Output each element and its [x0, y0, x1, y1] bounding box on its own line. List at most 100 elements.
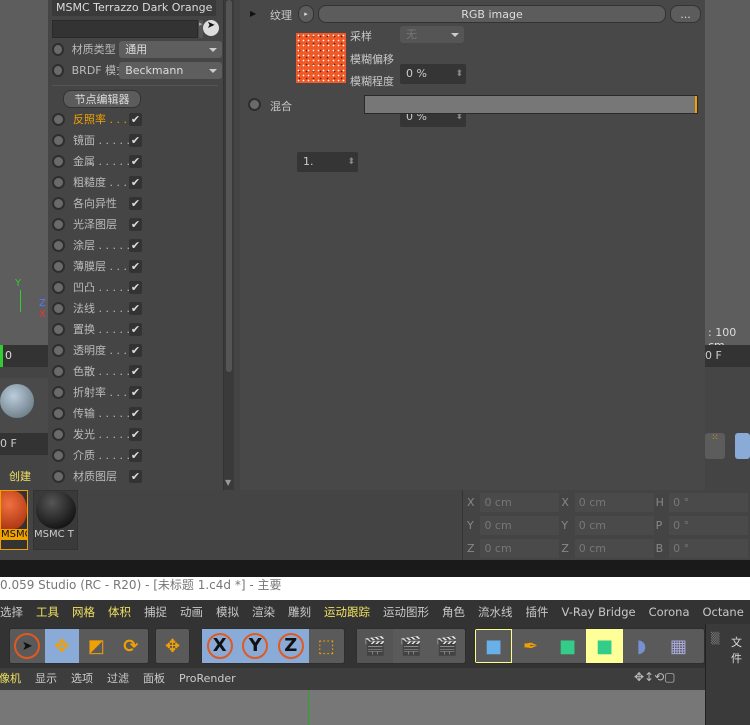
- channel-label[interactable]: 凹凸 . . . . .: [73, 279, 129, 295]
- coordinate-input[interactable]: 0 cm: [574, 538, 654, 558]
- anim-dot-icon[interactable]: [52, 154, 65, 168]
- frame-field-right[interactable]: 0 F: [705, 345, 750, 367]
- anim-dot-icon[interactable]: [52, 42, 64, 56]
- select-tool-icon[interactable]: ➤: [10, 629, 45, 663]
- channel-label[interactable]: 涂层 . . . . .: [73, 237, 129, 253]
- anim-dot-icon[interactable]: [52, 343, 65, 357]
- coordinate-input[interactable]: 0 cm: [574, 492, 654, 512]
- channel-item[interactable]: 涂层 . . . . . ✔: [52, 235, 222, 255]
- texture-more-button[interactable]: ...: [670, 5, 701, 23]
- y-axis-lock-icon[interactable]: Y: [237, 629, 273, 663]
- coordinate-input[interactable]: 0 cm: [574, 515, 654, 535]
- channel-item[interactable]: 凹凸 . . . . . ✔: [52, 277, 222, 297]
- anim-dot-icon[interactable]: [52, 280, 65, 294]
- viewport-menu-item[interactable]: 显示: [35, 672, 57, 685]
- anim-dot-icon[interactable]: [52, 175, 65, 189]
- timeline-frame[interactable]: 0: [0, 345, 48, 367]
- channel-item[interactable]: 光泽图层 ✔: [52, 214, 222, 234]
- material-swatch-1[interactable]: MSMC T: [0, 490, 28, 550]
- menu-item[interactable]: 雕刻: [288, 605, 311, 619]
- anim-dot-icon[interactable]: [52, 112, 65, 126]
- file-tab[interactable]: 文件: [731, 634, 750, 666]
- channel-checkbox[interactable]: ✔: [129, 301, 142, 315]
- render-settings-icon[interactable]: 🎬: [429, 629, 465, 663]
- menu-item[interactable]: 工具: [36, 605, 59, 619]
- brdf-dropdown[interactable]: Beckmann: [119, 61, 222, 79]
- floor-icon[interactable]: ▦: [660, 629, 697, 663]
- texture-shader-button[interactable]: RGB image: [318, 5, 666, 23]
- material-swatch-2[interactable]: MSMC T: [33, 490, 78, 550]
- channel-checkbox[interactable]: ✔: [129, 322, 142, 336]
- collapse-arrow-icon[interactable]: ▶: [250, 9, 256, 18]
- viewport-nav-icons[interactable]: ✥↕⟲▢: [634, 670, 676, 684]
- channel-item[interactable]: 薄膜层 . . . ✔: [52, 256, 222, 276]
- menu-item[interactable]: Corona: [649, 605, 690, 619]
- anim-dot-icon[interactable]: [52, 406, 65, 420]
- node-editor-button[interactable]: 节点编辑器: [63, 90, 141, 108]
- material-type-dropdown[interactable]: 通用: [119, 40, 222, 58]
- anim-dot-icon[interactable]: [52, 469, 65, 483]
- channel-label[interactable]: 金属 . . . . .: [73, 153, 129, 169]
- viewport-menu-item[interactable]: ProRender: [179, 672, 236, 685]
- channel-checkbox[interactable]: ✔: [129, 133, 142, 147]
- render-picture-viewer-icon[interactable]: 🎬: [393, 629, 429, 663]
- menu-item[interactable]: Octane: [703, 605, 744, 619]
- cube-icon[interactable]: ■: [475, 629, 512, 663]
- points-mode-icon[interactable]: ⁙: [705, 433, 725, 459]
- anim-dot-icon[interactable]: [52, 259, 65, 273]
- viewport-menu-item[interactable]: 摄像机: [0, 672, 21, 685]
- menu-item[interactable]: V-Ray Bridge: [562, 605, 636, 619]
- pick-cursor-icon[interactable]: ➤: [203, 20, 219, 36]
- channel-label[interactable]: 色散 . . . . .: [73, 363, 129, 379]
- coordinate-input[interactable]: 0 °: [669, 538, 748, 558]
- channel-item[interactable]: 金属 . . . . . ✔: [52, 151, 222, 171]
- move-tool-icon[interactable]: ✥: [44, 629, 79, 663]
- material-name[interactable]: MSMC Terrazzo Dark Orange: [52, 0, 216, 16]
- channel-label[interactable]: 粗糙度 . . .: [73, 174, 129, 190]
- render-view-icon[interactable]: 🎬: [357, 629, 393, 663]
- channel-item[interactable]: 透明度 . . . ✔: [52, 340, 222, 360]
- menu-item[interactable]: 运动跟踪: [324, 605, 370, 619]
- scale-tool-icon[interactable]: ◩: [79, 629, 114, 663]
- channel-checkbox[interactable]: ✔: [129, 259, 142, 273]
- channel-item[interactable]: 传输 . . . . . ✔: [52, 403, 222, 423]
- x-axis-lock-icon[interactable]: X: [202, 629, 238, 663]
- move-axis-icon[interactable]: ✥: [156, 629, 189, 663]
- channel-checkbox[interactable]: ✔: [129, 385, 142, 399]
- channel-item[interactable]: 粗糙度 . . . ✔: [52, 172, 222, 192]
- channel-label[interactable]: 介质 . . . . .: [73, 447, 129, 463]
- anim-dot-icon[interactable]: [52, 63, 64, 77]
- menu-item[interactable]: 插件: [526, 605, 549, 619]
- channel-scrollbar[interactable]: ▼: [224, 0, 234, 490]
- scroll-down-icon[interactable]: ▼: [225, 478, 231, 487]
- channel-item[interactable]: 各向异性 ✔: [52, 193, 222, 213]
- anim-dot-icon[interactable]: [52, 385, 65, 399]
- blur-offset-input[interactable]: 0 %: [400, 64, 466, 84]
- create-menu[interactable]: 创建: [9, 468, 31, 484]
- cloner-icon[interactable]: ■: [586, 629, 623, 663]
- 3d-viewport[interactable]: [0, 690, 705, 725]
- anim-dot-icon[interactable]: [52, 238, 65, 252]
- channel-checkbox[interactable]: ✔: [129, 448, 142, 462]
- viewport-menu-item[interactable]: 面板: [143, 672, 165, 685]
- channel-label[interactable]: 透明度 . . .: [73, 342, 129, 358]
- anim-dot-icon[interactable]: [52, 196, 65, 210]
- z-axis-lock-icon[interactable]: Z: [273, 629, 309, 663]
- coordinate-system-icon[interactable]: ⬚: [309, 629, 345, 663]
- frame-field[interactable]: 0 F: [0, 433, 48, 455]
- channel-label[interactable]: 镜面 . . . . .: [73, 132, 129, 148]
- channel-checkbox[interactable]: ✔: [129, 196, 142, 210]
- channel-checkbox[interactable]: ✔: [129, 217, 142, 231]
- channel-item[interactable]: 镜面 . . . . . ✔: [52, 130, 222, 150]
- coordinate-input[interactable]: 0 cm: [480, 492, 560, 512]
- channel-label[interactable]: 传输 . . . . .: [73, 405, 129, 421]
- menu-item[interactable]: 体积: [108, 605, 131, 619]
- mix-input[interactable]: 1.: [297, 152, 358, 172]
- channel-item[interactable]: 发光 . . . . . ✔: [52, 424, 222, 444]
- channel-label[interactable]: 置换 . . . . .: [73, 321, 129, 337]
- subdivision-icon[interactable]: ■: [549, 629, 586, 663]
- channel-checkbox[interactable]: ✔: [129, 469, 142, 483]
- channel-item[interactable]: 色散 . . . . . ✔: [52, 361, 222, 381]
- menu-item[interactable]: 流水线: [478, 605, 513, 619]
- anim-dot-icon[interactable]: [52, 217, 65, 231]
